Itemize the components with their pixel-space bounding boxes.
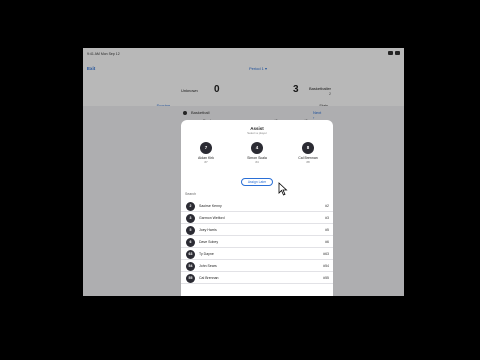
jersey-number: 4 <box>251 142 263 154</box>
player-tag: #2 <box>325 204 329 208</box>
list-item[interactable]: 6 Dave Sobey #6 <box>181 236 333 248</box>
jersey-number: 7 <box>200 142 212 154</box>
list-item[interactable]: 55 Cal Brennan #55 <box>181 272 333 284</box>
jersey-number: 3 <box>186 213 195 223</box>
selected-player[interactable]: 4 Simon Scala #4 <box>237 142 277 164</box>
player-name: John Sears <box>199 264 217 268</box>
jersey-number: 8 <box>302 142 314 154</box>
jersey-number: 2 <box>186 201 195 211</box>
player-tag: #3 <box>325 216 329 220</box>
assist-modal: Assist Select a player 7 Aidan Kirk #7 4… <box>181 120 333 296</box>
player-name: Dave Sobey <box>199 240 219 244</box>
player-tag: #54 <box>323 264 329 268</box>
selected-player[interactable]: 7 Aidan Kirk #7 <box>186 142 226 164</box>
search-label: Search <box>185 192 197 196</box>
player-tag: #7 <box>204 160 208 164</box>
assign-later-button[interactable]: Assign Later <box>241 178 273 186</box>
list-item[interactable]: 54 John Sears #54 <box>181 260 333 272</box>
list-item[interactable]: 63 Ty Dayne #63 <box>181 248 333 260</box>
player-tag: #4 <box>255 160 259 164</box>
list-item[interactable]: 5 Joey Harris #5 <box>181 224 333 236</box>
list-item[interactable]: 2 Saoirse Kenny #2 <box>181 200 333 212</box>
player-name: Saoirse Kenny <box>199 204 222 208</box>
jersey-number: 55 <box>186 273 195 283</box>
player-tag: #6 <box>325 240 329 244</box>
jersey-number: 6 <box>186 237 195 247</box>
player-tag: #8 <box>306 160 310 164</box>
player-list: 2 Saoirse Kenny #2 3 Garmon Welford #3 5… <box>181 200 333 284</box>
list-item[interactable]: 3 Garmon Welford #3 <box>181 212 333 224</box>
player-name: Garmon Welford <box>199 216 225 220</box>
jersey-number: 54 <box>186 261 195 271</box>
player-name: Cal Brennan <box>199 276 219 280</box>
player-tag: #5 <box>325 228 329 232</box>
player-tag: #55 <box>323 276 329 280</box>
selected-player[interactable]: 8 Cal Brennan #8 <box>288 142 328 164</box>
tablet-screen: 9:41 AM Mon Sep 12 Exit Period 1 ▾ Unkno… <box>83 48 404 296</box>
player-name: Ty Dayne <box>199 252 214 256</box>
jersey-number: 63 <box>186 249 195 259</box>
mouse-pointer-icon <box>278 182 288 196</box>
player-tag: #63 <box>323 252 329 256</box>
modal-subtitle: Select a player <box>247 131 267 135</box>
player-name: Joey Harris <box>199 228 217 232</box>
jersey-number: 5 <box>186 225 195 235</box>
